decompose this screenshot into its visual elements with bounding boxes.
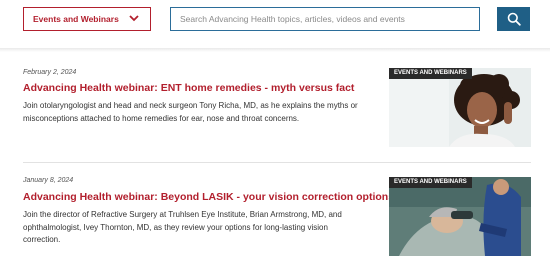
article-date: February 2, 2024: [23, 69, 77, 76]
article-title-link[interactable]: Advancing Health webinar: ENT home remed…: [23, 82, 354, 94]
category-select-label: Events and Webinars: [33, 14, 119, 24]
article-title-link[interactable]: Advancing Health webinar: Beyond LASIK -…: [23, 191, 394, 203]
category-select[interactable]: Events and Webinars: [23, 7, 151, 31]
search-icon: [507, 12, 521, 26]
top-bar-shadow: [0, 48, 550, 52]
article-divider: [23, 162, 531, 163]
eye-exam-image: [389, 177, 531, 256]
article-date: January 8, 2024: [23, 177, 74, 184]
search-input[interactable]: [170, 7, 480, 31]
category-badge: EVENTS AND WEBINARS: [389, 68, 472, 79]
chevron-down-icon: [129, 15, 139, 22]
article-description: Join the director of Refractive Surgery …: [23, 210, 342, 244]
search-button[interactable]: [497, 7, 530, 31]
article-description: Join otolaryngologist and head and neck …: [23, 101, 358, 123]
article-thumbnail[interactable]: EVENTS AND WEBINARS: [389, 68, 531, 147]
article-thumbnail[interactable]: EVENTS AND WEBINARS: [389, 177, 531, 256]
woman-portrait-image: [389, 68, 531, 147]
category-badge: EVENTS AND WEBINARS: [389, 177, 472, 188]
